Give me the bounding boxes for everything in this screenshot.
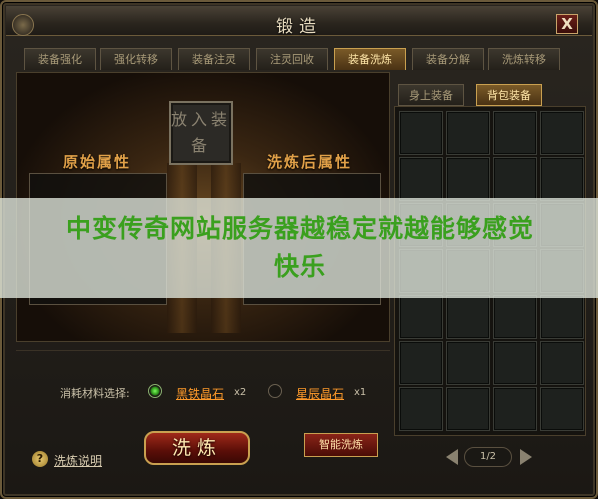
inventory-slot[interactable] [399, 157, 443, 201]
watermark-text: 中变传奇网站服务器越稳定就越能够感觉快乐 [65, 214, 534, 281]
prev-page-icon[interactable] [446, 449, 458, 465]
tab-equip-infuse[interactable]: 装备注灵 [178, 48, 250, 70]
inventory-slot[interactable] [446, 387, 490, 431]
inventory-slot[interactable] [540, 157, 584, 201]
inventory-slot[interactable] [540, 111, 584, 155]
inventory-slot[interactable] [399, 387, 443, 431]
material-name-1[interactable]: 黑铁晶石 [176, 385, 224, 402]
tab-equip-decompose[interactable]: 装备分解 [412, 48, 484, 70]
material-radio-1[interactable] [148, 384, 162, 398]
inventory-slot[interactable] [493, 111, 537, 155]
inventory-slot[interactable] [493, 341, 537, 385]
inventory-slot[interactable] [446, 341, 490, 385]
tab-enhance-transfer[interactable]: 强化转移 [100, 48, 172, 70]
help-icon[interactable]: ? [32, 451, 48, 467]
close-button[interactable]: X [556, 14, 578, 34]
refine-help-link[interactable]: 洗炼说明 [54, 452, 102, 469]
inventory-slot[interactable] [399, 341, 443, 385]
refined-attr-label: 洗炼后属性 [267, 153, 353, 171]
smart-refine-button[interactable]: 智能洗炼 [304, 433, 378, 457]
inventory-slot[interactable] [493, 157, 537, 201]
inventory-slot[interactable] [493, 295, 537, 339]
material-name-2[interactable]: 星辰晶石 [296, 385, 344, 402]
material-count-2: x1 [354, 387, 367, 398]
tab-equip-refine[interactable]: 装备洗炼 [334, 48, 406, 70]
inventory-slot[interactable] [399, 111, 443, 155]
material-count-1: x2 [234, 387, 247, 398]
tab-refine-transfer[interactable]: 洗炼转移 [488, 48, 560, 70]
tab-infuse-recycle[interactable]: 注灵回收 [256, 48, 328, 70]
title-bar: 锻造 X [6, 6, 592, 37]
inventory-slot[interactable] [399, 295, 443, 339]
inventory-slot[interactable] [446, 111, 490, 155]
inventory-slot[interactable] [446, 295, 490, 339]
inventory-slot[interactable] [493, 387, 537, 431]
materials-section: 消耗材料选择: 黑铁晶石 x2 星辰晶石 x1 [16, 350, 390, 430]
tab-worn-equipment[interactable]: 身上装备 [398, 84, 464, 106]
inventory-slot[interactable] [540, 387, 584, 431]
equipment-slot[interactable]: 放入装备 [169, 101, 233, 165]
page-indicator: 1/2 [464, 447, 512, 467]
material-radio-2[interactable] [268, 384, 282, 398]
refine-button[interactable]: 洗炼 [144, 431, 250, 465]
inventory-pager: 1/2 [444, 446, 534, 468]
inventory-slot[interactable] [446, 157, 490, 201]
window-title: 锻造 [276, 17, 322, 37]
inventory-slot[interactable] [540, 341, 584, 385]
inventory-slot[interactable] [540, 295, 584, 339]
tab-bag-equipment[interactable]: 背包装备 [476, 84, 542, 106]
tab-equip-enhance[interactable]: 装备强化 [24, 48, 96, 70]
original-attr-label: 原始属性 [63, 153, 132, 171]
next-page-icon[interactable] [520, 449, 532, 465]
materials-label: 消耗材料选择: [60, 387, 130, 400]
